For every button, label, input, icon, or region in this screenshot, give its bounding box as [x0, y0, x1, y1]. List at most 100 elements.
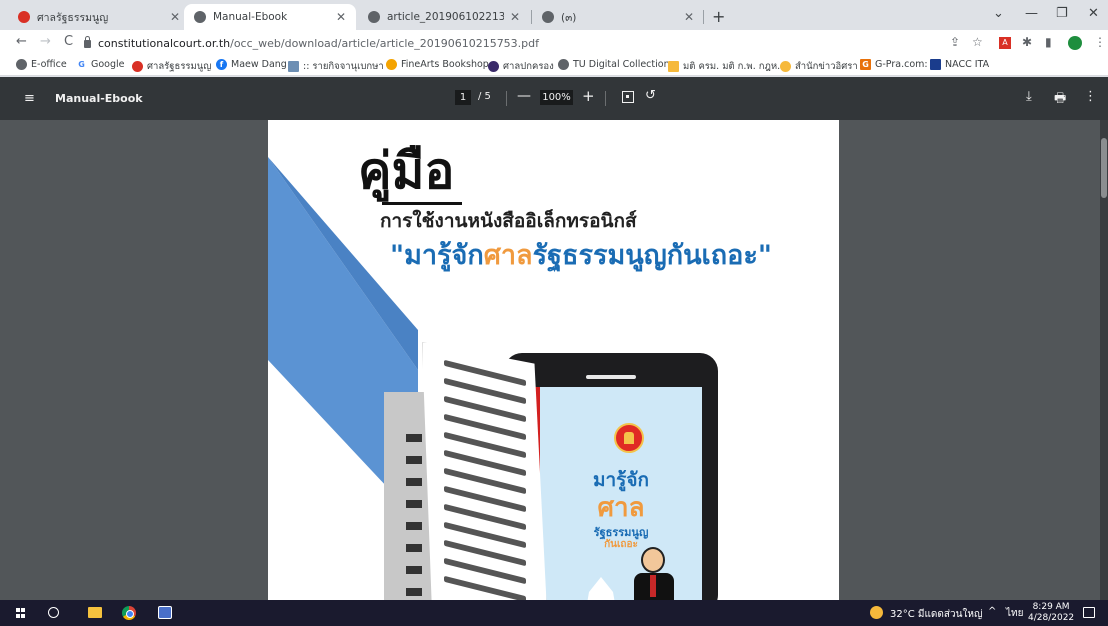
bookmark-finearts[interactable]: FineArts Bookshop — [386, 59, 489, 70]
close-icon[interactable]: ✕ — [336, 10, 346, 24]
fit-to-page-icon[interactable] — [622, 91, 634, 103]
tab-article-pdf[interactable]: article_20190610221333.pdf ✕ — [358, 4, 530, 30]
google-icon: G — [76, 59, 87, 70]
reload-button[interactable]: C — [64, 34, 73, 49]
g-pra-icon: G — [860, 59, 871, 70]
url-host: constitutionalcourt.or.th — [98, 36, 231, 50]
tab-constitutional-court[interactable]: ศาลรัฐธรรมนูญ ✕ — [8, 4, 190, 30]
extensions-icon[interactable]: ✱ — [1022, 35, 1032, 49]
zoom-out-button[interactable]: — — [517, 88, 531, 104]
search-icon[interactable] — [48, 607, 59, 618]
admin-court-icon — [488, 61, 499, 72]
bookmark-court[interactable]: ศาลรัฐธรรมนูญ — [132, 59, 211, 74]
windows-taskbar: 32°C มีแดดส่วนใหญ่ ^ ไทย 8:29 AM 4/28/20… — [0, 600, 1108, 626]
gazette-icon — [288, 61, 299, 72]
cover-subtitle: การใช้งานหนังสืออิเล็กทรอนิกส์ — [380, 210, 637, 232]
cover-title: คู่มือ — [358, 142, 455, 200]
acrobat-extension-icon[interactable]: A — [999, 37, 1011, 49]
book-text-lines — [444, 359, 526, 600]
zoom-in-button[interactable]: + — [582, 87, 595, 105]
cover-title-underline — [382, 202, 462, 205]
bookmark-star-icon[interactable]: ☆ — [972, 35, 983, 49]
bookmark-g-pra[interactable]: G G-Pra.com: — [860, 59, 928, 70]
slogan-highlight: ศาล — [483, 240, 533, 271]
page-number-input[interactable]: 1 — [455, 90, 471, 105]
download-icon[interactable]: ⤓ — [1026, 89, 1032, 104]
slogan-part1: "มารู้จัก — [390, 240, 484, 271]
address-bar[interactable]: constitutionalcourt.or.th/occ_web/downlo… — [84, 33, 1004, 53]
browser-toolbar: ← → C constitutionalcourt.or.th/occ_web/… — [0, 30, 1108, 56]
figure-tie — [650, 575, 656, 597]
bookmark-nacc-ita[interactable]: NACC ITA — [930, 59, 989, 70]
folder-icon — [668, 61, 679, 72]
menu-icon[interactable]: ≡ — [24, 91, 35, 106]
tab-title: (๓) — [561, 11, 577, 24]
close-icon[interactable]: ✕ — [170, 10, 180, 24]
tab-search-icon[interactable]: ⌄ — [993, 6, 1004, 21]
clock-date: 4/28/2022 — [1028, 613, 1075, 623]
weather-text[interactable]: 32°C มีแดดส่วนใหญ่ — [890, 607, 982, 622]
bookmark-e-office[interactable]: E-office — [16, 59, 67, 70]
bookmarks-bar: E-office G Google ศาลรัฐธรรมนูญ f Maew Dan… — [0, 56, 1108, 76]
pdf-toolbar: ≡ Manual-Ebook 1 / 5 — 100% + ↺ ⤓ 🖶 ⋮ — [0, 77, 1108, 120]
tab-manual-ebook[interactable]: Manual-Ebook ✕ — [184, 4, 356, 30]
browser-menu-icon[interactable]: ⋮ — [1094, 35, 1106, 49]
side-panel-icon[interactable]: ▮ — [1045, 35, 1052, 49]
globe-icon — [558, 59, 569, 70]
tab-untitled[interactable]: (๓) ✕ — [532, 4, 704, 30]
back-button[interactable]: ← — [16, 34, 27, 49]
file-explorer-icon[interactable] — [88, 607, 102, 618]
globe-icon — [542, 11, 554, 23]
bookmark-gazette[interactable]: :: รายกิจจานุเบกษา :: — [288, 59, 393, 74]
windows-start-icon[interactable] — [16, 608, 26, 618]
weather-sun-icon[interactable] — [870, 606, 883, 619]
pdf-viewport[interactable]: คู่มือ การใช้งานหนังสืออิเล็กทรอนิกส์ "ม… — [0, 120, 1108, 600]
globe-icon — [16, 59, 27, 70]
facebook-icon: f — [216, 59, 227, 70]
court-emblem-icon — [614, 423, 644, 453]
tray-expand-icon[interactable]: ^ — [988, 606, 996, 617]
restore-button[interactable]: ❐ — [1056, 6, 1068, 21]
close-icon[interactable]: ✕ — [684, 10, 694, 24]
minimize-button[interactable]: — — [1025, 6, 1038, 21]
forward-button[interactable]: → — [40, 34, 51, 49]
bookmark-isranews[interactable]: สำนักข่าวอิศรา — [780, 59, 858, 74]
scrollbar-thumb[interactable] — [1101, 138, 1107, 198]
close-window-button[interactable]: ✕ — [1088, 6, 1099, 21]
rotate-icon[interactable]: ↺ — [645, 88, 656, 103]
bookmark-cabinet[interactable]: มติ ครม. มติ ก.พ. กฎห... — [668, 59, 786, 74]
cover-slogan: "มารู้จักศาลรัฐธรรมนูญกันเถอะ" — [390, 233, 772, 276]
bookmark-admin-court[interactable]: ศาลปกครอง — [488, 59, 554, 74]
favicon-court-icon — [18, 11, 30, 23]
print-icon[interactable]: 🖶 — [1054, 89, 1066, 111]
profile-avatar[interactable] — [1068, 36, 1082, 50]
globe-icon — [194, 11, 206, 23]
democracy-monument-illustration — [583, 577, 619, 600]
share-icon[interactable]: ⇪ — [950, 35, 960, 49]
toolbar-divider — [506, 91, 507, 106]
phone-speaker — [586, 375, 636, 379]
chrome-icon[interactable] — [122, 606, 136, 620]
slogan-part2: รัฐธรรมนูญ — [532, 240, 667, 271]
bookmark-maew-dang[interactable]: f Maew Dang — [216, 59, 287, 70]
tab-divider — [703, 10, 704, 24]
document-title: Manual-Ebook — [55, 92, 143, 105]
bookmark-google[interactable]: G Google — [76, 59, 125, 70]
close-icon[interactable]: ✕ — [510, 10, 520, 24]
more-actions-icon[interactable]: ⋮ — [1084, 89, 1097, 104]
clock[interactable]: 8:29 AM 4/28/2022 — [1028, 602, 1074, 624]
app-icon[interactable] — [158, 606, 172, 619]
finearts-icon — [386, 59, 397, 70]
lock-icon[interactable] — [84, 36, 91, 48]
language-indicator[interactable]: ไทย — [1006, 606, 1023, 621]
vertical-scrollbar[interactable] — [1100, 120, 1108, 600]
url-path: /occ_web/download/article/article_201906… — [230, 36, 540, 50]
new-tab-button[interactable]: + — [712, 7, 725, 26]
page-total: / 5 — [478, 91, 491, 102]
phone-cover-line2: ศาล — [597, 493, 645, 523]
figure-head — [641, 547, 665, 573]
notification-icon[interactable] — [1083, 607, 1095, 618]
bookmark-tu-digital[interactable]: TU Digital Collections — [558, 59, 675, 70]
tab-title: Manual-Ebook — [213, 11, 288, 23]
zoom-input[interactable]: 100% — [540, 90, 573, 105]
